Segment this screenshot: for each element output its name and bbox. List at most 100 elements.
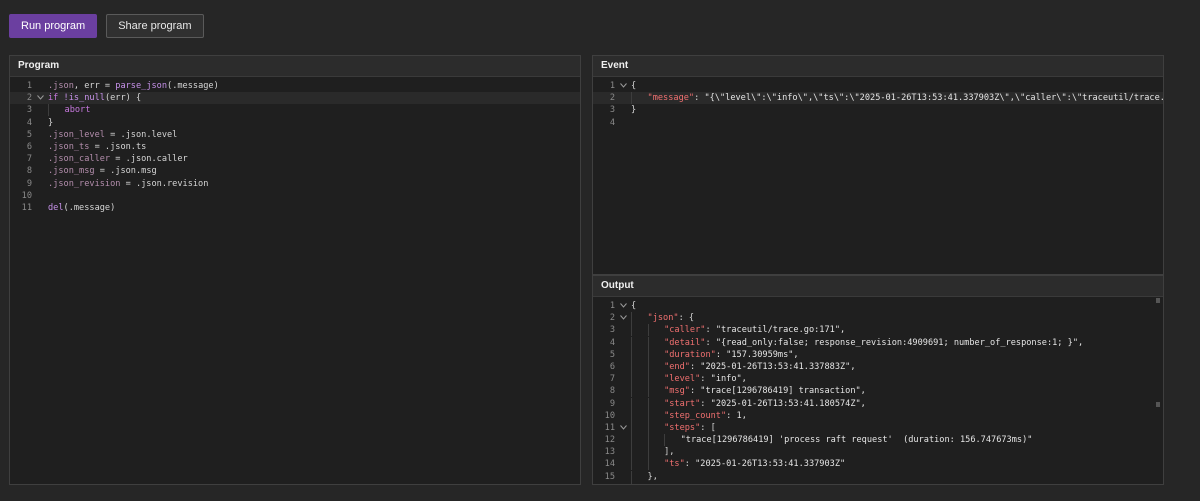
code-line[interactable]: 10 (10, 190, 580, 202)
fold-gutter (615, 434, 631, 446)
code-token: .json (48, 81, 74, 91)
code-token: "message" (647, 93, 695, 104)
code-content: "ts": "2025-01-26T13:53:41.337903Z" (631, 458, 845, 471)
code-line[interactable]: 3 abort (10, 104, 580, 117)
code-line[interactable]: 16 "json_caller": "traceutil/trace.go:17… (593, 482, 1163, 485)
code-line[interactable]: 9 "start": "2025-01-26T13:53:41.180574Z"… (593, 397, 1163, 410)
code-line[interactable]: 8 "msg": "trace[1296786419] transaction"… (593, 385, 1163, 398)
fold-chevron-icon[interactable] (615, 80, 631, 92)
code-line[interactable]: 1 .json, err = parse_json(.message) (10, 80, 580, 92)
code-content: "message": "{\"level\":\"info\",\"ts\":\… (631, 92, 1163, 105)
code-line[interactable]: 4 (593, 117, 1163, 129)
code-token: "{\"level\":\"info\",\"ts\":\"2025-01-26… (704, 93, 1163, 104)
line-number: 3 (26, 105, 32, 116)
code-token: "detail" (664, 337, 706, 348)
code-line[interactable]: 3 "caller": "traceutil/trace.go:171", (593, 324, 1163, 337)
code-line[interactable]: 13 ], (593, 446, 1163, 459)
line-number: 12 (604, 435, 615, 446)
line-number: 10 (21, 190, 32, 201)
code-line[interactable]: 2 "json": { (593, 312, 1163, 325)
fold-gutter (32, 202, 48, 214)
toolbar: Run program Share program (9, 14, 204, 38)
code-token: : (689, 361, 701, 372)
code-token: { (631, 81, 637, 91)
code-token: = .json.msg (94, 166, 157, 177)
code-line[interactable]: 10 "step_count": 1, (593, 409, 1163, 422)
program-editor[interactable]: 1 .json, err = parse_json(.message) 2 if !i… (10, 77, 580, 214)
code-token: = .json.revision (120, 178, 209, 189)
code-token: "msg" (664, 386, 690, 397)
line-number: 1 (609, 301, 615, 311)
output-scrollbar-top[interactable] (1156, 298, 1160, 303)
code-line[interactable]: 7 "level": "info", (593, 373, 1163, 386)
fold-gutter (615, 410, 631, 422)
code-line[interactable]: 14 "ts": "2025-01-26T13:53:41.337903Z" (593, 458, 1163, 471)
code-token: : (705, 337, 716, 348)
code-line[interactable]: 1{ (593, 300, 1163, 312)
code-token: = .json.level (104, 129, 178, 140)
program-panel-title: Program (10, 56, 580, 77)
fold-gutter (615, 385, 631, 397)
fold-gutter (615, 104, 631, 116)
code-content: "end": "2025-01-26T13:53:41.337883Z", (631, 360, 856, 373)
fold-gutter (32, 117, 48, 129)
code-token: .json_level (48, 129, 105, 140)
line-number: 1 (26, 81, 32, 91)
fold-chevron-icon[interactable] (32, 92, 48, 104)
code-token: ], (664, 447, 675, 458)
indent-guide (631, 446, 648, 459)
line-number: 9 (26, 178, 32, 189)
code-token: : [ (700, 422, 716, 433)
fold-chevron-icon[interactable] (615, 312, 631, 324)
fold-gutter (32, 104, 48, 116)
fold-chevron-icon[interactable] (615, 422, 631, 434)
code-line[interactable]: 4 "detail": "{read_only:false; response_… (593, 336, 1163, 349)
code-content: abort (48, 104, 90, 117)
code-content: "trace[1296786419] 'process raft request… (631, 434, 1032, 447)
code-line[interactable]: 9 .json_revision = .json.revision (10, 178, 580, 190)
share-program-button[interactable]: Share program (106, 14, 204, 38)
code-line[interactable]: 4} (10, 117, 580, 129)
code-token: .json_ts (48, 141, 90, 152)
fold-chevron-icon[interactable] (615, 300, 631, 312)
line-number: 3 (609, 325, 615, 336)
line-number: 13 (604, 447, 615, 458)
code-token: "json_caller" (648, 484, 715, 485)
code-token: (.message) (167, 81, 219, 91)
code-token: (.message) (63, 202, 116, 213)
code-token: : (694, 93, 705, 104)
code-line[interactable]: 1{ (593, 80, 1163, 92)
code-token: : (705, 325, 716, 336)
code-line[interactable]: 5 .json_level = .json.level (10, 129, 580, 141)
indent-guide (631, 421, 648, 434)
code-line[interactable]: 2 if !is_null(err) { (10, 92, 580, 105)
indent-guide (647, 409, 665, 422)
code-token: .json_revision (48, 178, 121, 189)
code-token: : (700, 374, 711, 385)
run-program-button[interactable]: Run program (9, 14, 98, 38)
code-line[interactable]: 7 .json_caller = .json.caller (10, 153, 580, 165)
code-line[interactable]: 12 "trace[1296786419] 'process raft requ… (593, 434, 1163, 447)
code-line[interactable]: 3} (593, 104, 1163, 116)
indent-guide (631, 385, 648, 398)
indent-guide (631, 397, 648, 410)
code-token: "start" (664, 398, 701, 409)
output-scrollbar-thumb[interactable] (1156, 402, 1160, 407)
line-number: 4 (609, 117, 615, 128)
code-content: .json_ts = .json.ts (48, 141, 146, 153)
code-line[interactable]: 15 }, (593, 470, 1163, 483)
code-line[interactable]: 11 del(.message) (10, 202, 580, 214)
fold-gutter (32, 190, 48, 202)
code-line[interactable]: 8 .json_msg = .json.msg (10, 165, 580, 177)
output-viewer[interactable]: 1{2 "json": {3 "caller": "traceutil/trac… (593, 297, 1163, 485)
event-editor[interactable]: 1{2 "message": "{\"level\":\"info\",\"ts… (593, 77, 1163, 129)
code-line[interactable]: 2 "message": "{\"level\":\"info\",\"ts\"… (593, 92, 1163, 105)
code-line[interactable]: 11 "steps": [ (593, 421, 1163, 434)
code-line[interactable]: 6 .json_ts = .json.ts (10, 141, 580, 153)
program-panel: Program 1 .json, err = parse_json(.messag… (9, 55, 581, 485)
code-line[interactable]: 5 "duration": "157.30959ms", (593, 348, 1163, 361)
output-panel: Output 1{2 "json": {3 "caller": "traceut… (592, 275, 1164, 485)
fold-gutter (615, 324, 631, 336)
code-content: { (631, 300, 636, 312)
code-line[interactable]: 6 "end": "2025-01-26T13:53:41.337883Z", (593, 360, 1163, 373)
